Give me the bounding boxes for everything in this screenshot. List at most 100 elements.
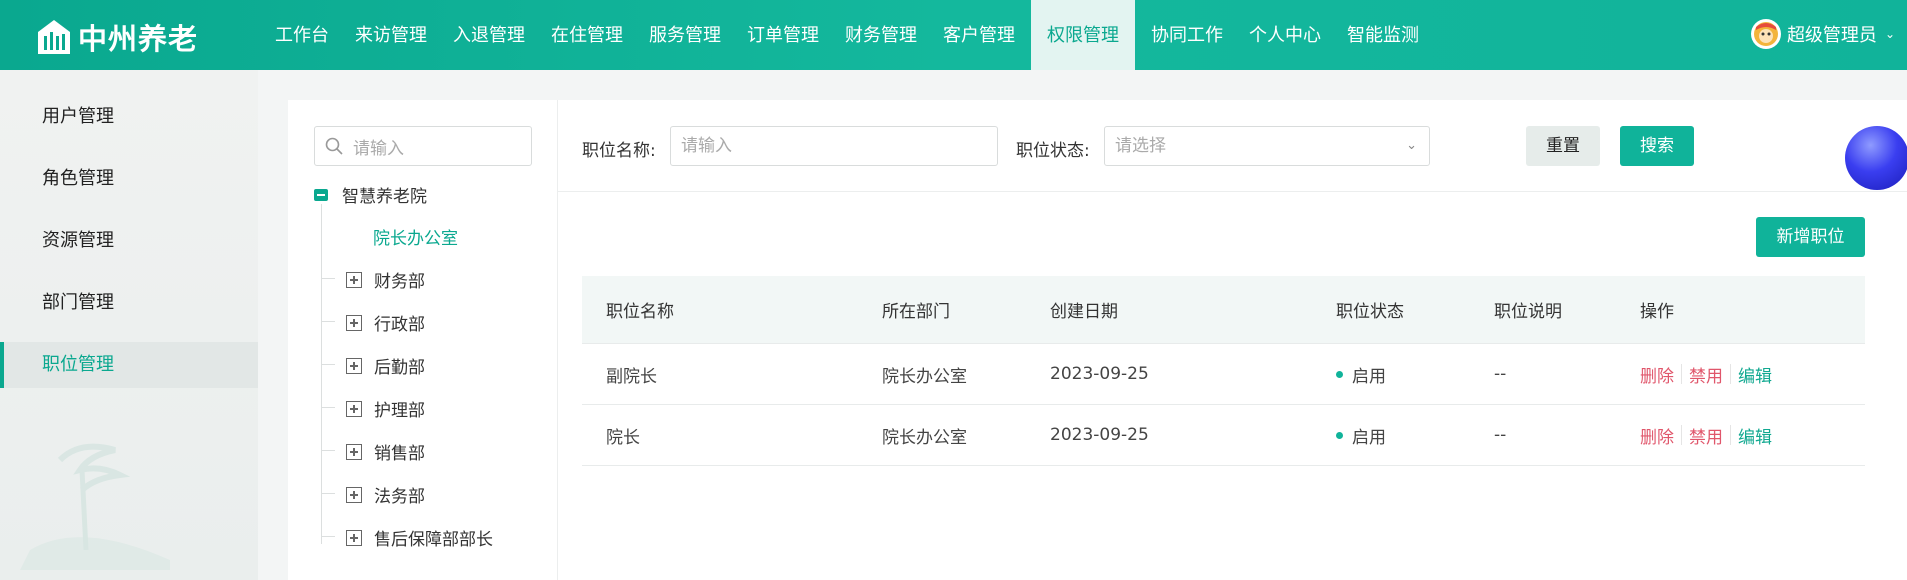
tree-node-label: 行政部 xyxy=(374,315,425,335)
cell-status: 启用 xyxy=(1336,423,1494,448)
nav-item-services[interactable]: 服务管理 xyxy=(636,0,734,70)
cell-desc: -- xyxy=(1494,425,1507,445)
tree-node-after-sales[interactable]: 售后保障部部长 xyxy=(321,525,493,550)
edit-link[interactable]: 编辑 xyxy=(1738,423,1772,448)
tree-node-finance[interactable]: 财务部 xyxy=(321,267,425,292)
brand-logo[interactable]: 中州养老 xyxy=(36,16,198,58)
positions-table: 职位名称 所在部门 创建日期 职位状态 职位说明 操作 副院长 院长办公室 20… xyxy=(582,276,1865,466)
user-name: 超级管理员 xyxy=(1786,25,1877,46)
sidebar-item-users[interactable]: 用户管理 xyxy=(0,94,258,140)
nav-item-checkin[interactable]: 入退管理 xyxy=(440,0,538,70)
tree-node-legal[interactable]: 法务部 xyxy=(321,482,425,507)
disable-link[interactable]: 禁用 xyxy=(1689,362,1723,387)
position-name-label: 职位名称: xyxy=(582,141,656,161)
chevron-down-icon: ⌄ xyxy=(1884,27,1895,41)
col-header-name: 职位名称 xyxy=(606,302,674,322)
expand-icon[interactable] xyxy=(346,314,362,331)
pine-tree-decoration-icon xyxy=(20,443,170,570)
tree-node-label: 财务部 xyxy=(374,272,425,292)
col-header-date: 创建日期 xyxy=(1050,302,1118,322)
user-menu[interactable]: 超级管理员 ⌄ xyxy=(1750,19,1895,49)
tree-node-label: 护理部 xyxy=(374,401,425,421)
cell-name: 院长 xyxy=(606,427,640,448)
nav-item-customers[interactable]: 客户管理 xyxy=(930,0,1028,70)
status-text: 启用 xyxy=(1352,427,1386,448)
col-header-actions: 操作 xyxy=(1640,302,1674,322)
nav-item-orders[interactable]: 订单管理 xyxy=(734,0,832,70)
position-status-label: 职位状态: xyxy=(1016,141,1090,161)
nav-item-profile[interactable]: 个人中心 xyxy=(1236,0,1334,70)
expand-icon[interactable] xyxy=(346,529,362,546)
position-status-select[interactable]: 请选择 ⌄ xyxy=(1104,126,1430,166)
position-name-input[interactable]: 请输入 xyxy=(670,126,998,166)
tree-node-label: 售后保障部部长 xyxy=(374,530,493,550)
sidebar-item-roles[interactable]: 角色管理 xyxy=(0,156,258,202)
tree-node-sales[interactable]: 销售部 xyxy=(321,439,425,464)
delete-link[interactable]: 删除 xyxy=(1640,362,1674,387)
tree-node-admin[interactable]: 行政部 xyxy=(321,310,425,335)
tree-root[interactable]: 智慧养老院 xyxy=(314,182,427,207)
monkey-avatar-icon xyxy=(1753,22,1778,46)
sidebar-item-departments[interactable]: 部门管理 xyxy=(0,280,258,326)
tree-search-placeholder: 请输入 xyxy=(353,138,404,159)
top-header: 中州养老 工作台 来访管理 入退管理 在住管理 服务管理 订单管理 财务管理 客… xyxy=(0,0,1907,70)
avatar xyxy=(1750,19,1781,49)
expand-icon[interactable] xyxy=(346,443,362,460)
status-text: 启用 xyxy=(1352,366,1386,387)
tree-search-input[interactable]: 请输入 xyxy=(314,126,532,166)
table-row: 院长 院长办公室 2023-09-25 启用 -- 删除 禁用 编辑 xyxy=(582,405,1865,466)
tree-node-president-office[interactable]: 院长办公室 xyxy=(373,224,458,249)
tree-node-label: 院长办公室 xyxy=(373,229,458,249)
position-status-placeholder: 请选择 xyxy=(1115,136,1166,156)
search-button[interactable]: 搜索 xyxy=(1620,126,1694,166)
table-row: 副院长 院长办公室 2023-09-25 启用 -- 删除 禁用 编辑 xyxy=(582,344,1865,405)
expand-icon[interactable] xyxy=(346,486,362,503)
nav-item-collab[interactable]: 协同工作 xyxy=(1138,0,1236,70)
sidebar-item-resources[interactable]: 资源管理 xyxy=(0,218,258,264)
cell-desc: -- xyxy=(1494,364,1507,384)
position-name-placeholder: 请输入 xyxy=(681,136,732,156)
department-tree-panel: 请输入 智慧养老院 院长办公室 财务部 行政部 后勤部 护理部 销售部 法务部 … xyxy=(288,100,558,580)
tree-node-logistics[interactable]: 后勤部 xyxy=(321,353,425,378)
status-dot-icon xyxy=(1336,370,1343,378)
cell-actions: 删除 禁用 编辑 xyxy=(1640,423,1865,448)
add-position-button[interactable]: 新增职位 xyxy=(1756,217,1865,257)
tree-node-label: 法务部 xyxy=(374,487,425,507)
tree-root-label: 智慧养老院 xyxy=(342,187,427,207)
nav-item-permissions[interactable]: 权限管理 xyxy=(1031,0,1135,70)
col-header-status: 职位状态 xyxy=(1336,302,1404,322)
cell-actions: 删除 禁用 编辑 xyxy=(1640,362,1865,387)
cell-dept: 院长办公室 xyxy=(882,366,967,387)
sidebar: 用户管理 角色管理 资源管理 部门管理 职位管理 xyxy=(0,70,258,580)
chevron-down-icon: ⌄ xyxy=(1406,138,1417,153)
nav-item-finance[interactable]: 财务管理 xyxy=(832,0,930,70)
status-dot-icon xyxy=(1336,431,1343,439)
floating-assistant-ball[interactable] xyxy=(1845,126,1907,190)
nav-item-residents[interactable]: 在住管理 xyxy=(538,0,636,70)
expand-icon[interactable] xyxy=(346,271,362,288)
edit-link[interactable]: 编辑 xyxy=(1738,362,1772,387)
tree-node-label: 后勤部 xyxy=(374,358,425,378)
tree-node-nursing[interactable]: 护理部 xyxy=(321,396,425,421)
filter-bar: 职位名称: 请输入 职位状态: 请选择 ⌄ 重置 搜索 xyxy=(558,100,1907,192)
delete-link[interactable]: 删除 xyxy=(1640,423,1674,448)
cell-dept: 院长办公室 xyxy=(882,427,967,448)
tree-node-label: 销售部 xyxy=(374,444,425,464)
col-header-desc: 职位说明 xyxy=(1494,302,1562,322)
nav-item-visits[interactable]: 来访管理 xyxy=(342,0,440,70)
sidebar-item-positions[interactable]: 职位管理 xyxy=(0,342,258,388)
cell-date: 2023-09-25 xyxy=(1050,425,1149,445)
logo-icon xyxy=(38,20,70,54)
disable-link[interactable]: 禁用 xyxy=(1689,423,1723,448)
table-header: 职位名称 所在部门 创建日期 职位状态 职位说明 操作 xyxy=(582,276,1865,344)
nav-item-monitoring[interactable]: 智能监测 xyxy=(1334,0,1432,70)
cell-date: 2023-09-25 xyxy=(1050,364,1149,384)
cell-status: 启用 xyxy=(1336,362,1494,387)
expand-icon[interactable] xyxy=(346,357,362,374)
collapse-icon[interactable] xyxy=(314,188,328,201)
search-icon xyxy=(325,137,343,155)
expand-icon[interactable] xyxy=(346,400,362,417)
main-content: 职位名称: 请输入 职位状态: 请选择 ⌄ 重置 搜索 新增职位 职位名称 所在… xyxy=(558,100,1907,580)
nav-item-workbench[interactable]: 工作台 xyxy=(262,0,342,70)
reset-button[interactable]: 重置 xyxy=(1526,126,1600,166)
